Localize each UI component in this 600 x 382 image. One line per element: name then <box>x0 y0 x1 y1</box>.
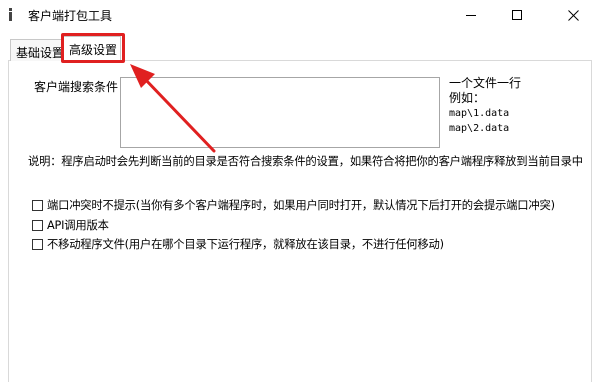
minimize-icon <box>466 14 476 16</box>
hint-line-2: 例如： <box>449 91 486 105</box>
checkbox[interactable] <box>32 238 43 250</box>
hint-line-1: 一个文件一行 <box>449 76 522 90</box>
hint-example-2: map\2.data <box>449 123 510 134</box>
maximize-icon <box>512 10 522 20</box>
title-bar: 客户端打包工具 <box>0 0 600 30</box>
info-icon <box>6 7 20 23</box>
search-condition-label: 客户端搜索条件： <box>34 80 131 94</box>
description-note: 说明：程序启动时会先判断当前的目录是否符合搜索条件的设置，如果符合将把你的客户端… <box>28 155 583 168</box>
option-label: 端口冲突时不提示(当你有多个客户端程序时，如果用户同时打开，默认情况下后打开的会… <box>47 199 555 212</box>
option-api-version[interactable]: API调用版本 <box>32 217 109 233</box>
tab-basic-settings[interactable]: 基础设置 <box>10 39 64 61</box>
close-button[interactable] <box>546 0 600 30</box>
option-label: API调用版本 <box>47 219 109 232</box>
hint-example-1: map\1.data <box>449 108 510 119</box>
minimize-button[interactable] <box>448 0 494 30</box>
search-hint: 一个文件一行 例如： map\1.data map\2.data <box>449 76 521 136</box>
close-icon <box>567 9 579 21</box>
checkbox[interactable] <box>32 219 43 231</box>
option-no-port-conflict-prompt[interactable]: 端口冲突时不提示(当你有多个客户端程序时，如果用户同时打开，默认情况下后打开的会… <box>32 197 555 213</box>
window-title: 客户端打包工具 <box>28 9 113 23</box>
checkbox[interactable] <box>32 199 43 211</box>
tab-highlight-box <box>61 33 125 63</box>
search-condition-input[interactable] <box>120 77 440 148</box>
maximize-button[interactable] <box>494 0 540 30</box>
option-do-not-move-files[interactable]: 不移动程序文件(用户在哪个目录下运行程序，就释放在该目录，不进行任何移动) <box>32 236 444 252</box>
option-label: 不移动程序文件(用户在哪个目录下运行程序，就释放在该目录，不进行任何移动) <box>47 238 444 251</box>
